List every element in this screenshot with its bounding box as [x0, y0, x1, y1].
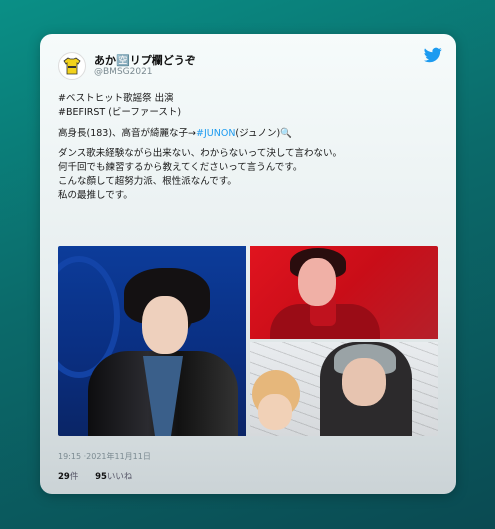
hashtag-line: #BEFIRST (ビーファースト)	[58, 106, 443, 120]
avatar[interactable]	[58, 52, 86, 80]
tweet-header: あか🈳リプ欄どうぞ @BMSG2021	[58, 52, 196, 80]
tweet-text: #ベストヒット歌謡祭 出演 #BEFIRST (ビーファースト) 高身長(183…	[58, 92, 443, 202]
hashtag-befirst[interactable]: #BEFIRST (ビーファースト)	[58, 107, 181, 118]
tweet-line: こんな顔して超努力派、根性派なんです。	[58, 175, 237, 187]
retweet-stat[interactable]: 29件	[58, 472, 78, 482]
photo-decor	[258, 394, 292, 430]
media-grid	[58, 246, 438, 436]
like-label: いいね	[106, 472, 133, 482]
text-segment: (ジュノン)🔍	[235, 127, 292, 139]
photo-1[interactable]	[58, 246, 246, 436]
hashtag-line: #ベストヒット歌謡祭 出演	[58, 92, 443, 106]
tweet-timestamp[interactable]: 19:15 ·2021年11月11日	[58, 451, 151, 462]
photo-decor	[142, 296, 188, 354]
tweet-line: 私の最推しです。	[58, 189, 133, 201]
text-segment: 高身長(183)、高音が綺麗な子→	[58, 127, 197, 139]
like-count: 95	[95, 472, 107, 482]
like-stat[interactable]: 95いいね	[95, 472, 132, 482]
yellow-shirt-avatar-icon	[63, 57, 81, 75]
hashtag-junon[interactable]: #JUNON	[196, 128, 235, 139]
user-names: あか🈳リプ欄どうぞ @BMSG2021	[94, 54, 196, 78]
tweet-card: あか🈳リプ欄どうぞ @BMSG2021 #ベストヒット歌謡祭 出演 #BEFIR…	[40, 34, 456, 494]
twitter-bird-icon[interactable]	[424, 46, 442, 64]
photo-decor	[342, 358, 386, 406]
tweet-line: 高身長(183)、高音が綺麗な子→#JUNON(ジュノン)🔍	[58, 127, 443, 141]
tweet-stats: 29件 95いいね	[58, 470, 146, 482]
display-name[interactable]: あか🈳リプ欄どうぞ	[94, 54, 196, 67]
retweet-count: 29	[58, 472, 70, 482]
photo-3[interactable]	[250, 342, 438, 436]
user-handle[interactable]: @BMSG2021	[94, 67, 196, 78]
tweet-line: 何千回でも練習するから教えてくださいって言うんです。	[58, 162, 303, 174]
photo-decor	[298, 258, 336, 306]
tweet-line: ダンス歌未経験ながら出来ない、わからないって決して言わない。	[58, 148, 343, 160]
retweet-label: 件	[69, 472, 79, 482]
photo-2[interactable]	[250, 246, 438, 339]
hashtag-besthit[interactable]: #ベストヒット歌謡祭 出演	[58, 93, 174, 104]
